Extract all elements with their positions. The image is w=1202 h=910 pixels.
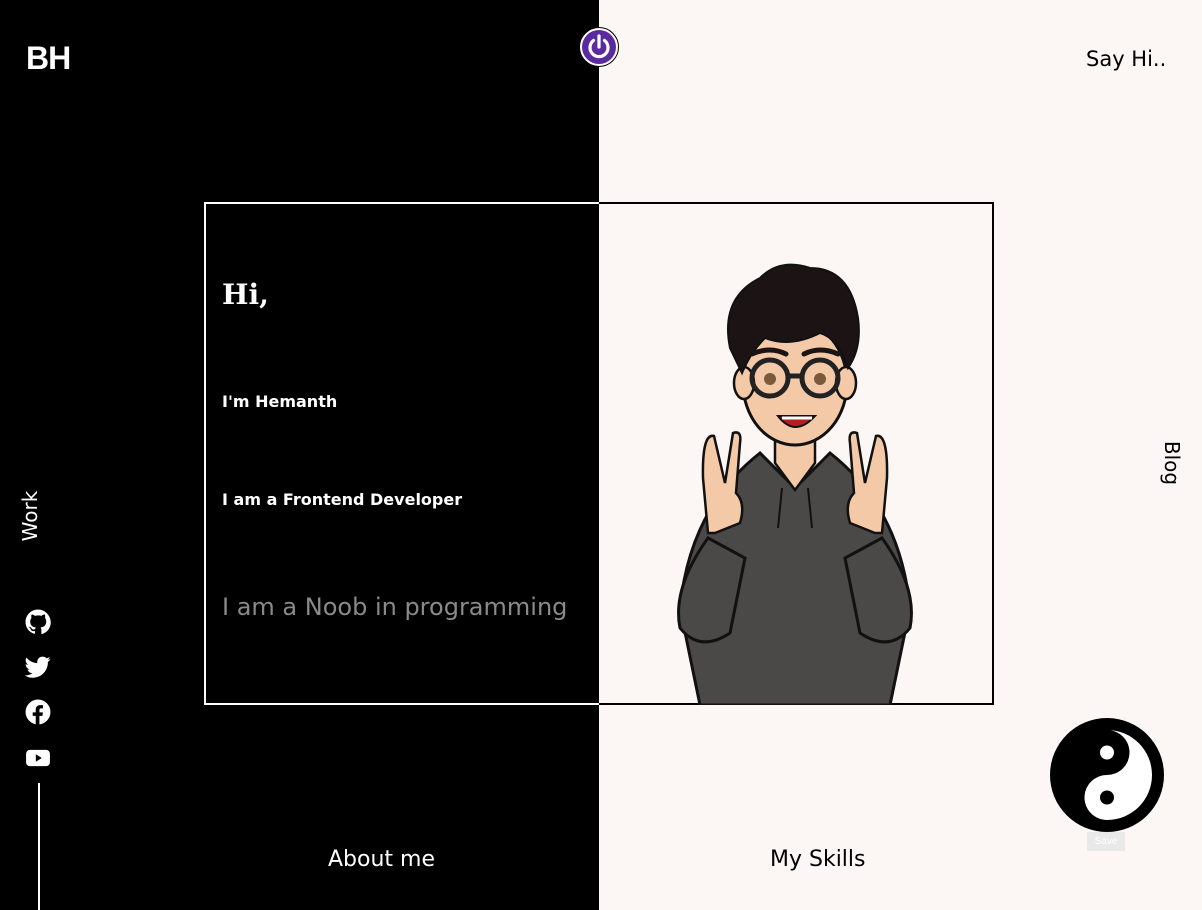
github-link[interactable] — [24, 608, 52, 636]
power-icon — [582, 30, 616, 64]
name-text: I'm Hemanth — [222, 392, 338, 411]
youtube-icon — [26, 749, 50, 767]
youtube-link[interactable] — [24, 744, 52, 772]
power-button[interactable] — [579, 27, 619, 67]
social-divider-line — [38, 783, 40, 910]
facebook-icon — [25, 699, 51, 725]
tagline-text: I am a Noob in programming — [222, 593, 568, 621]
say-hi-link[interactable]: Say Hi.. — [1086, 47, 1166, 71]
save-badge[interactable]: Save — [1087, 832, 1125, 851]
my-skills-link[interactable]: My Skills — [770, 847, 866, 872]
twitter-icon — [25, 656, 51, 678]
twitter-link[interactable] — [24, 653, 52, 681]
role-text: I am a Frontend Developer — [222, 490, 463, 509]
greeting-heading: Hi, — [222, 278, 269, 311]
yin-yang-icon[interactable] — [1048, 716, 1166, 834]
logo[interactable]: BH — [26, 40, 71, 77]
blog-link[interactable]: Blog — [1160, 441, 1184, 485]
about-me-link[interactable]: About me — [328, 847, 435, 872]
avatar-illustration — [677, 263, 913, 705]
facebook-link[interactable] — [24, 698, 52, 726]
github-icon — [25, 609, 51, 635]
work-link[interactable]: Work — [18, 491, 42, 542]
